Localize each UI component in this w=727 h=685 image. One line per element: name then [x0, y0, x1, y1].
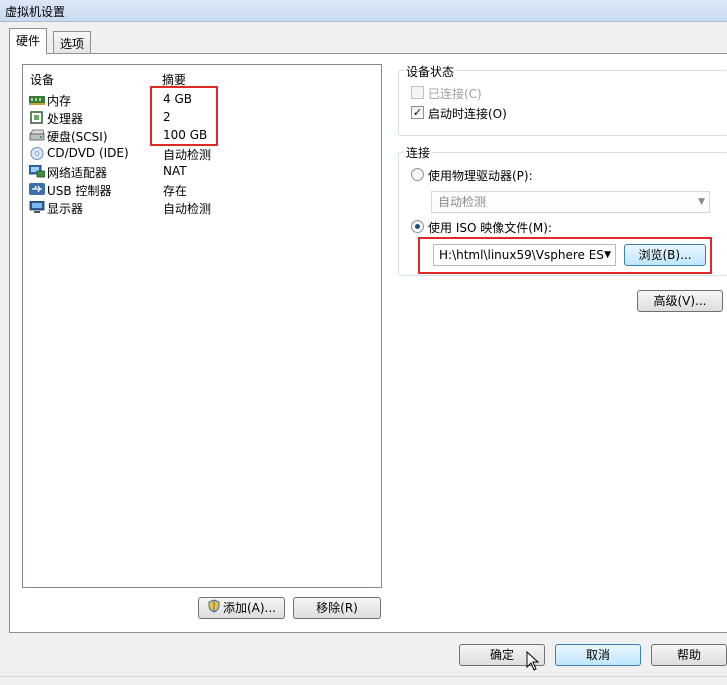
ok-button-label: 确定 [489, 648, 514, 662]
shield-icon [207, 598, 221, 619]
cd-dvd-icon [29, 147, 45, 160]
chevron-down-icon: ▼ [698, 197, 705, 207]
physical-drive-label: 使用物理驱动器(P): [428, 169, 533, 183]
tab-options-label: 选项 [60, 37, 85, 51]
tab-options[interactable]: 选项 [53, 31, 92, 53]
highlight-box-iso [418, 237, 712, 274]
connect-at-power-on-checkbox[interactable]: ✓ [411, 106, 424, 119]
memory-icon [29, 93, 45, 106]
device-name: CD/DVD (IDE) [47, 146, 129, 160]
device-name: 硬盘(SCSI) [47, 130, 108, 144]
device-summary: NAT [163, 164, 187, 178]
physical-drive-select[interactable]: 自动检测 ▼ [431, 191, 710, 213]
bottom-divider [0, 676, 727, 677]
physical-drive-value: 自动检测 [438, 195, 487, 209]
network-adapter-icon [28, 164, 46, 178]
device-name: 内存 [47, 94, 72, 108]
processor-icon [29, 111, 45, 124]
mouse-cursor-icon [526, 650, 540, 674]
physical-drive-radio[interactable] [411, 168, 424, 181]
highlight-box-summary [150, 86, 218, 146]
remove-button[interactable]: 移除(R) [293, 597, 381, 619]
device-name: USB 控制器 [47, 184, 112, 198]
advanced-button[interactable]: 高级(V)... [637, 290, 723, 312]
device-name: 网络适配器 [47, 166, 108, 180]
device-name: 处理器 [47, 112, 84, 126]
tab-hardware[interactable]: 硬件 [9, 28, 48, 54]
device-row-network-adapter[interactable]: 网络适配器 NAT [28, 163, 369, 181]
title-bar: 虚拟机设置 [0, 0, 727, 22]
device-row-cd-dvd[interactable]: CD/DVD (IDE) 自动检测 [29, 145, 369, 163]
device-summary: 存在 [163, 184, 188, 198]
device-status-title: 设备状态 [404, 63, 457, 80]
remove-button-label: 移除(R) [316, 601, 358, 615]
device-column-header[interactable]: 设备 [30, 71, 54, 88]
advanced-button-label: 高级(V)... [653, 294, 707, 308]
cancel-button-label: 取消 [585, 648, 610, 662]
device-name: 显示器 [47, 202, 84, 216]
help-button[interactable]: 帮助 [651, 644, 727, 666]
tab-hardware-label: 硬件 [16, 34, 41, 48]
device-summary: 自动检测 [163, 202, 212, 216]
device-row-usb[interactable]: USB 控制器 存在 [29, 181, 369, 199]
window-title: 虚拟机设置 [5, 5, 66, 19]
checkmark-icon: ✓ [412, 106, 423, 119]
usb-icon [29, 183, 45, 196]
connection-title: 连接 [404, 144, 433, 161]
iso-image-label: 使用 ISO 映像文件(M): [428, 221, 552, 235]
cancel-button[interactable]: 取消 [555, 644, 641, 666]
device-row-display[interactable]: 显示器 自动检测 [29, 199, 369, 217]
device-summary: 自动检测 [163, 148, 212, 162]
connected-checkbox[interactable] [411, 86, 424, 99]
connected-label: 已连接(C) [428, 87, 482, 101]
add-button[interactable]: 添加(A)... [198, 597, 285, 619]
display-icon [29, 200, 45, 214]
iso-image-radio[interactable] [411, 220, 424, 233]
add-button-label: 添加(A)... [222, 601, 277, 615]
harddisk-icon [29, 129, 45, 142]
connect-at-power-on-label: 启动时连接(O) [428, 107, 507, 121]
help-button-label: 帮助 [676, 648, 701, 662]
